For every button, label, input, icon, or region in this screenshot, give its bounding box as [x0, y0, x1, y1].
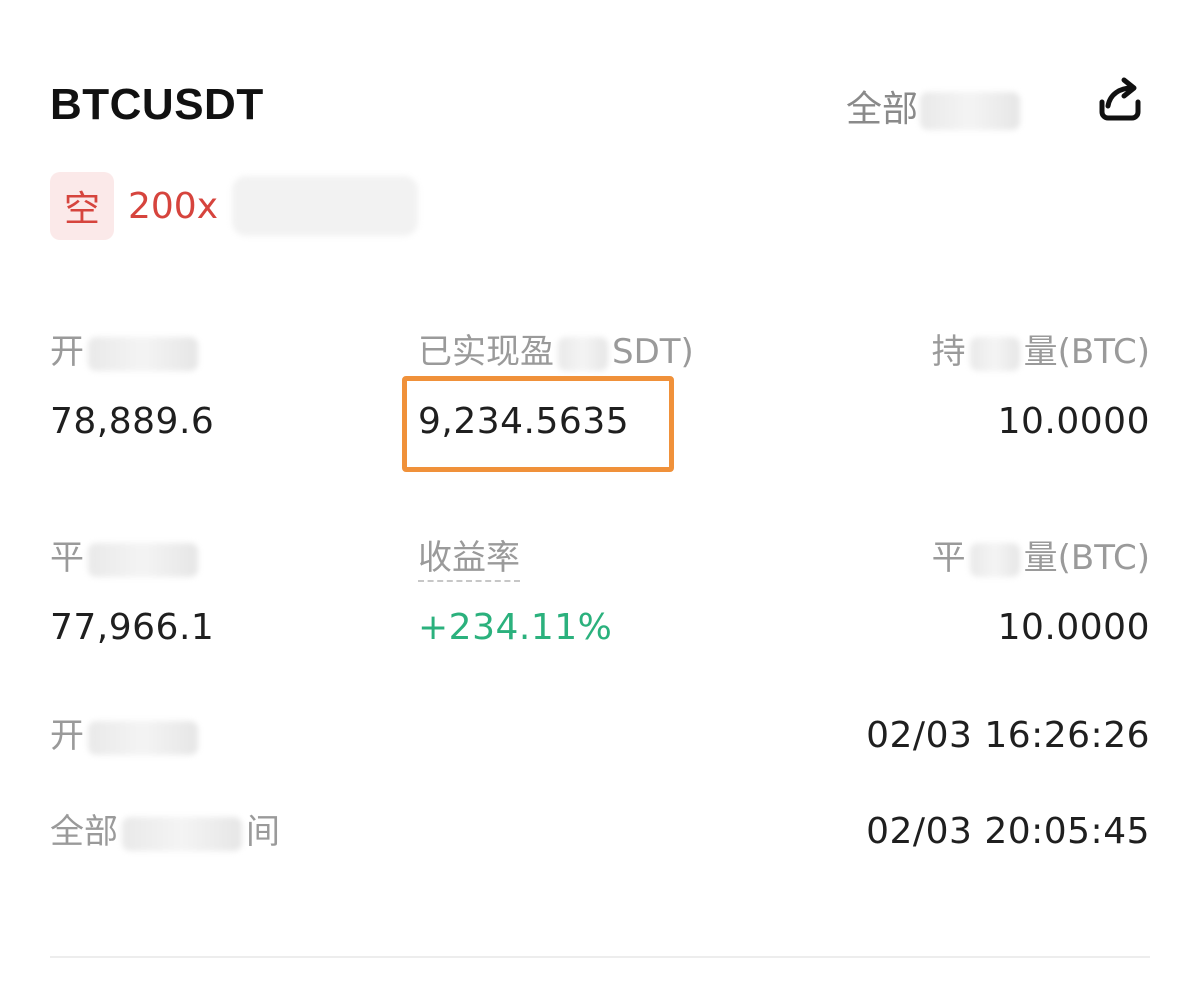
open-time-label: 开 [50, 714, 198, 758]
side-badge: 空 [50, 172, 114, 240]
bottom-divider [50, 956, 1150, 958]
close-size-label: 平量(BTC) [931, 538, 1150, 578]
close-price-value: 77,966.1 [50, 607, 215, 648]
position-history-card: BTCUSDT 全部 空 200x 开 78,889.6 已实现盈 SDT) 9,… [0, 0, 1200, 982]
position-size-label: 持量(BTC) [931, 332, 1150, 372]
share-button[interactable] [1092, 72, 1148, 128]
highlight-box [402, 376, 674, 472]
close-time-row: 全部间 02/03 20:05:45 [50, 810, 1150, 860]
close-time-label: 全部间 [50, 812, 280, 852]
redacted-text [920, 92, 1020, 130]
share-icon [1099, 77, 1141, 121]
margin-mode-tag [232, 176, 419, 236]
open-price-label: 开 [50, 330, 214, 374]
close-price-cell: 平 77,966.1 [50, 536, 214, 652]
close-time-value: 02/03 20:05:45 [866, 811, 1150, 852]
close-price-label: 平 [50, 536, 214, 580]
open-time-row: 开 02/03 16:26:26 [50, 714, 1150, 764]
roi-cell: 收益率 +234.11% [418, 536, 612, 652]
close-size-value: 10.0000 [997, 607, 1150, 648]
open-price-cell: 开 78,889.6 [50, 330, 214, 446]
close-status-text: 全部 [845, 89, 918, 130]
position-tags: 空 200x [50, 172, 419, 240]
position-size-cell: 持量(BTC) 10.0000 [932, 330, 1150, 446]
position-size-value: 10.0000 [997, 401, 1150, 442]
open-price-value: 78,889.6 [50, 401, 215, 442]
realized-pnl-label: 已实现盈 SDT) [418, 332, 694, 372]
leverage-label: 200x [128, 185, 219, 227]
close-status-label: 全部 [846, 80, 1020, 132]
close-size-cell: 平量(BTC) 10.0000 [932, 536, 1150, 652]
symbol-title: BTCUSDT [50, 80, 264, 129]
roi-value: +234.11% [418, 607, 613, 648]
roi-label[interactable]: 收益率 [418, 536, 612, 582]
open-time-value: 02/03 16:26:26 [866, 715, 1150, 756]
